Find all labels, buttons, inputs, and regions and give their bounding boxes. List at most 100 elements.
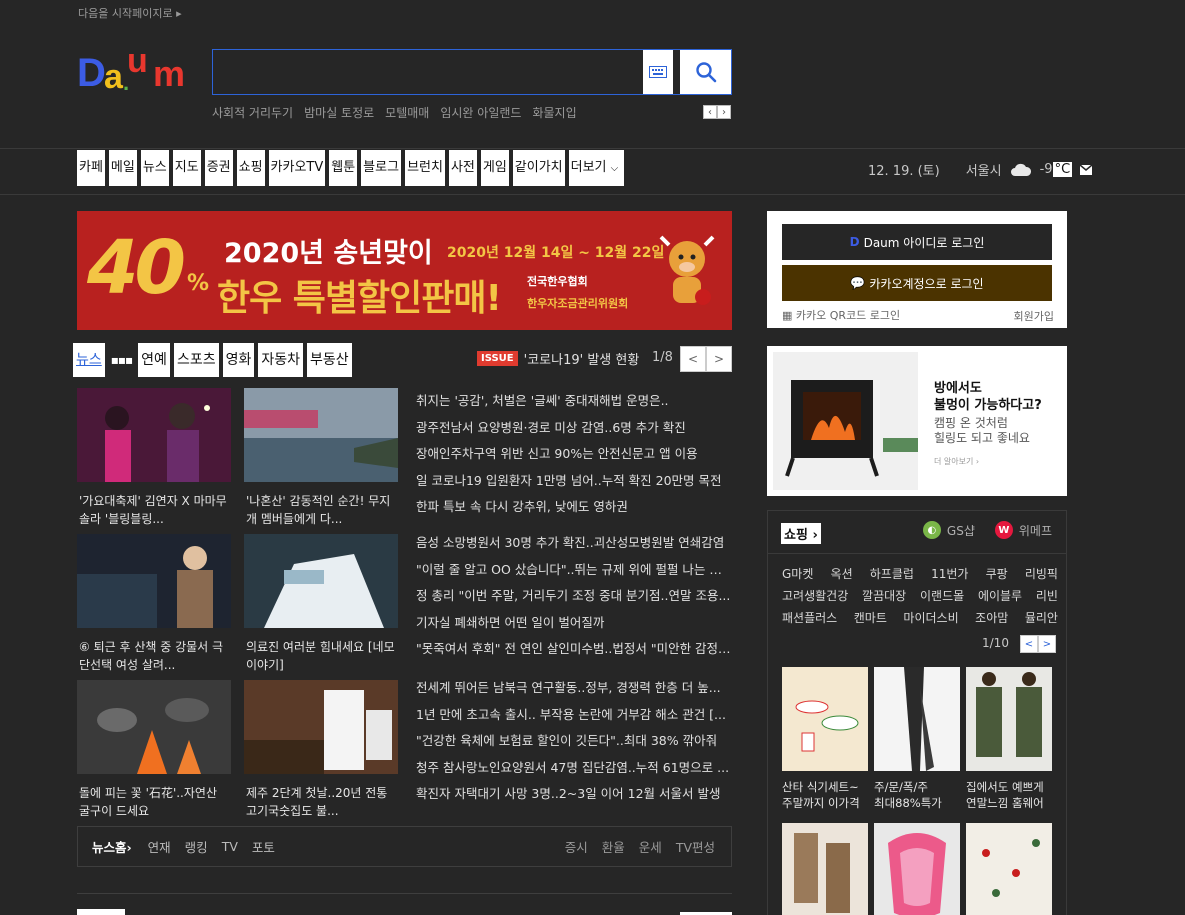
news-footer-link[interactable]: 운세 — [639, 837, 662, 856]
chevron-left-icon[interactable]: < — [1020, 635, 1038, 653]
news-footer-link[interactable]: 랭킹 — [185, 837, 208, 856]
nav-kakaotv[interactable]: 카카오TV — [268, 150, 326, 186]
nav-game[interactable]: 게임 — [480, 150, 509, 186]
shop-link[interactable]: 이랜드몰 — [920, 585, 964, 607]
shopping-title-link[interactable]: 쇼핑 › — [781, 523, 821, 544]
hanwoo-sale-banner[interactable]: 40 % 2020년 송년맞이 2020년 12월 14일 ~ 12월 22일 … — [77, 211, 732, 330]
nav-stock[interactable]: 증권 — [204, 150, 233, 186]
nav-more[interactable]: 더보기 ⌵ — [568, 150, 625, 186]
nav-mail[interactable]: 메일 — [108, 150, 137, 186]
shop-link[interactable]: 리빙픽 — [1025, 563, 1058, 585]
headline-item[interactable]: 전세계 뛰어든 남북극 연구활동..정부, 경쟁력 한층 더 높... — [416, 675, 732, 702]
shop-link[interactable]: 캔마트 — [854, 607, 887, 629]
shop-link[interactable]: 조아맘 — [975, 607, 1008, 629]
search-button[interactable] — [680, 50, 731, 94]
tab-car[interactable]: 자동차 — [258, 343, 303, 377]
kakao-login-button[interactable]: 💬 카카오계정으로 로그인 — [782, 265, 1052, 301]
news-home-link[interactable]: 뉴스홈› — [92, 837, 132, 856]
product-item[interactable]: 집에서도 예쁘게 연말느낌 홈웨어 — [966, 667, 1052, 811]
trend-keyword[interactable]: 밤마실 토정로 — [304, 104, 374, 121]
weather-city[interactable]: 서울시 — [966, 160, 1002, 179]
qr-login-link[interactable]: ▦ 카카오 QR코드 로그인 — [782, 307, 900, 323]
nav-webtoon[interactable]: 웹툰 — [329, 150, 358, 186]
shop-link[interactable]: 패션플러스 — [782, 607, 837, 629]
headline-item[interactable]: 기자실 폐쇄하면 어떤 일이 벌어질까 — [416, 610, 732, 637]
shop-link[interactable]: 쿠팡 — [986, 563, 1008, 585]
news-footer-link[interactable]: TV편성 — [676, 837, 715, 856]
tab-sports[interactable]: 스포츠 — [173, 343, 219, 377]
chevron-right-icon[interactable]: > — [706, 346, 732, 372]
product-item[interactable]: 주/문/폭/주 최대88%특가 — [874, 667, 960, 811]
fireplace-ad[interactable]: 방에서도 불멍이 가능하다고? 캠핑 온 것처럼 힐링도 되고 좋네요 더 알아보기… — [767, 346, 1067, 496]
nav-shopping[interactable]: 쇼핑 — [236, 150, 265, 186]
trend-keyword[interactable]: 사회적 거리두기 — [212, 104, 293, 121]
trend-keyword[interactable]: 임시완 아일랜드 — [440, 104, 521, 121]
trend-keyword[interactable]: 모텔매매 — [385, 104, 429, 121]
headline-item[interactable]: 일 코로나19 입원환자 1만명 넘어..누적 확진 20만명 목전 — [416, 468, 732, 495]
search-input[interactable] — [213, 50, 643, 94]
set-homepage-link[interactable]: 다음을 시작페이지로 ▸ — [78, 5, 182, 21]
chevron-left-icon[interactable]: < — [680, 346, 706, 372]
daum-login-button[interactable]: D Daum 아이디로 로그인 — [782, 224, 1052, 260]
nav-map[interactable]: 지도 — [172, 150, 201, 186]
shop-link[interactable]: 마이더스비 — [903, 607, 958, 629]
daum-logo[interactable]: D a u . m — [77, 46, 195, 96]
shop-link[interactable]: 옥션 — [831, 563, 853, 585]
headline-item[interactable]: 취지는 '공감', 처벌은 '글쎄' 중대재해법 운명은.. — [416, 388, 732, 415]
headline-item[interactable]: 정 총리 "이번 주말, 거리두기 조정 중대 분기점..연말 조용... — [416, 583, 732, 610]
nav-news[interactable]: 뉴스 — [140, 150, 169, 186]
headline-item[interactable]: 광주전남서 요양병원·경로 미상 감염..6명 추가 확진 — [416, 415, 732, 442]
headline-item[interactable]: "못죽여서 후회" 전 연인 살인미수범..법정서 "미안한 감정 ... — [416, 636, 732, 663]
product-item[interactable] — [966, 823, 1052, 915]
nav-dictionary[interactable]: 사전 — [448, 150, 477, 186]
product-item[interactable] — [874, 823, 960, 915]
tab-realestate[interactable]: 부동산 — [306, 343, 352, 377]
chevron-right-icon[interactable]: > — [1038, 635, 1056, 653]
shop-link[interactable]: 에이블루 — [978, 585, 1022, 607]
shop-link[interactable]: 하프클럽 — [870, 563, 914, 585]
headline-item[interactable]: 음성 소망병원서 30명 추가 확진..괴산성모병원발 연쇄감염 — [416, 530, 732, 557]
nav-together[interactable]: 같이가치 — [512, 150, 565, 186]
partner-wemakeprice[interactable]: 위메프 — [1019, 522, 1052, 539]
next-section-tab[interactable] — [77, 909, 125, 915]
shop-link[interactable]: 뮬리안 — [1025, 607, 1058, 629]
shop-link[interactable]: 11번가 — [931, 563, 968, 585]
headline-item[interactable]: "건강한 육체에 보험료 할인이 깃든다"..최대 38% 깎아줘 — [416, 728, 732, 755]
news-thumb[interactable]: 제주 2단계 첫날..20년 전통 고기국숫집도 불... — [244, 680, 398, 820]
shop-link[interactable]: 고려생활건강 — [782, 585, 848, 607]
headline-item[interactable]: 청주 참사랑노인요양원서 47명 집단감염..누적 61명으로 ... — [416, 755, 732, 782]
signup-link[interactable]: 회원가입 — [1014, 308, 1054, 324]
news-thumb[interactable]: ⑥ 퇴근 후 산책 중 강물서 극단선택 여성 살려... — [77, 534, 231, 674]
ad-more-link[interactable]: 더 알아보기 › — [934, 456, 979, 467]
news-footer-link[interactable]: 환율 — [602, 837, 625, 856]
trend-next-button[interactable]: › — [717, 105, 731, 119]
news-thumb[interactable]: 의료진 여러분 힘내세요 [네모이야기] — [244, 534, 398, 674]
headline-item[interactable]: "이럴 줄 알고 OO 샀습니다"..뛰는 규제 위에 펄펄 나는 시장 — [416, 557, 732, 584]
headline-item[interactable]: 한파 특보 속 다시 강추위, 낮에도 영하권 — [416, 494, 732, 521]
shop-link[interactable]: 리빈 — [1036, 585, 1058, 607]
keyboard-button[interactable] — [643, 50, 673, 94]
product-item[interactable]: 산타 식기세트~ 주말까지 이가격 — [782, 667, 868, 811]
shop-link[interactable]: G마켓 — [782, 563, 813, 585]
shop-link[interactable]: 깔끔대장 — [862, 585, 906, 607]
nav-brunch[interactable]: 브런치 — [405, 150, 445, 186]
headline-item[interactable]: 확진자 자택대기 사망 3명..2~3일 이어 12월 서울서 발생 — [416, 781, 732, 808]
trend-keyword[interactable]: 화물지입 — [532, 104, 576, 121]
product-item[interactable] — [782, 823, 868, 915]
trend-prev-button[interactable]: ‹ — [703, 105, 717, 119]
tab-movie[interactable]: 영화 — [222, 343, 255, 377]
news-footer-link[interactable]: 연재 — [148, 837, 171, 856]
news-thumb[interactable]: '나혼산' 감동적인 순간! 무지개 멤버들에게 다... — [244, 388, 398, 528]
headline-item[interactable]: 1년 만에 초고속 출시.. 부작용 논란에 거부감 해소 관건 [... — [416, 702, 732, 729]
partner-gs[interactable]: GS샵 — [947, 522, 975, 539]
nav-blog[interactable]: 블로그 — [361, 150, 402, 186]
mail-icon[interactable] — [1080, 164, 1093, 175]
news-thumb[interactable]: 돌에 피는 꽃 '石花'..자연산 굴구이 드세요 — [77, 680, 231, 820]
news-footer-link[interactable]: 포토 — [252, 837, 275, 856]
issue-ticker[interactable]: ISSUE '코로나19' 발생 현황 — [477, 349, 639, 368]
headline-item[interactable]: 장애인주차구역 위반 신고 90%는 안전신문고 앱 이용 — [416, 441, 732, 468]
news-footer-link[interactable]: TV — [222, 839, 238, 854]
nav-cafe[interactable]: 카페 — [77, 150, 105, 186]
tab-entertainment[interactable]: 연예 — [138, 343, 170, 377]
news-footer-link[interactable]: 증시 — [565, 837, 588, 856]
